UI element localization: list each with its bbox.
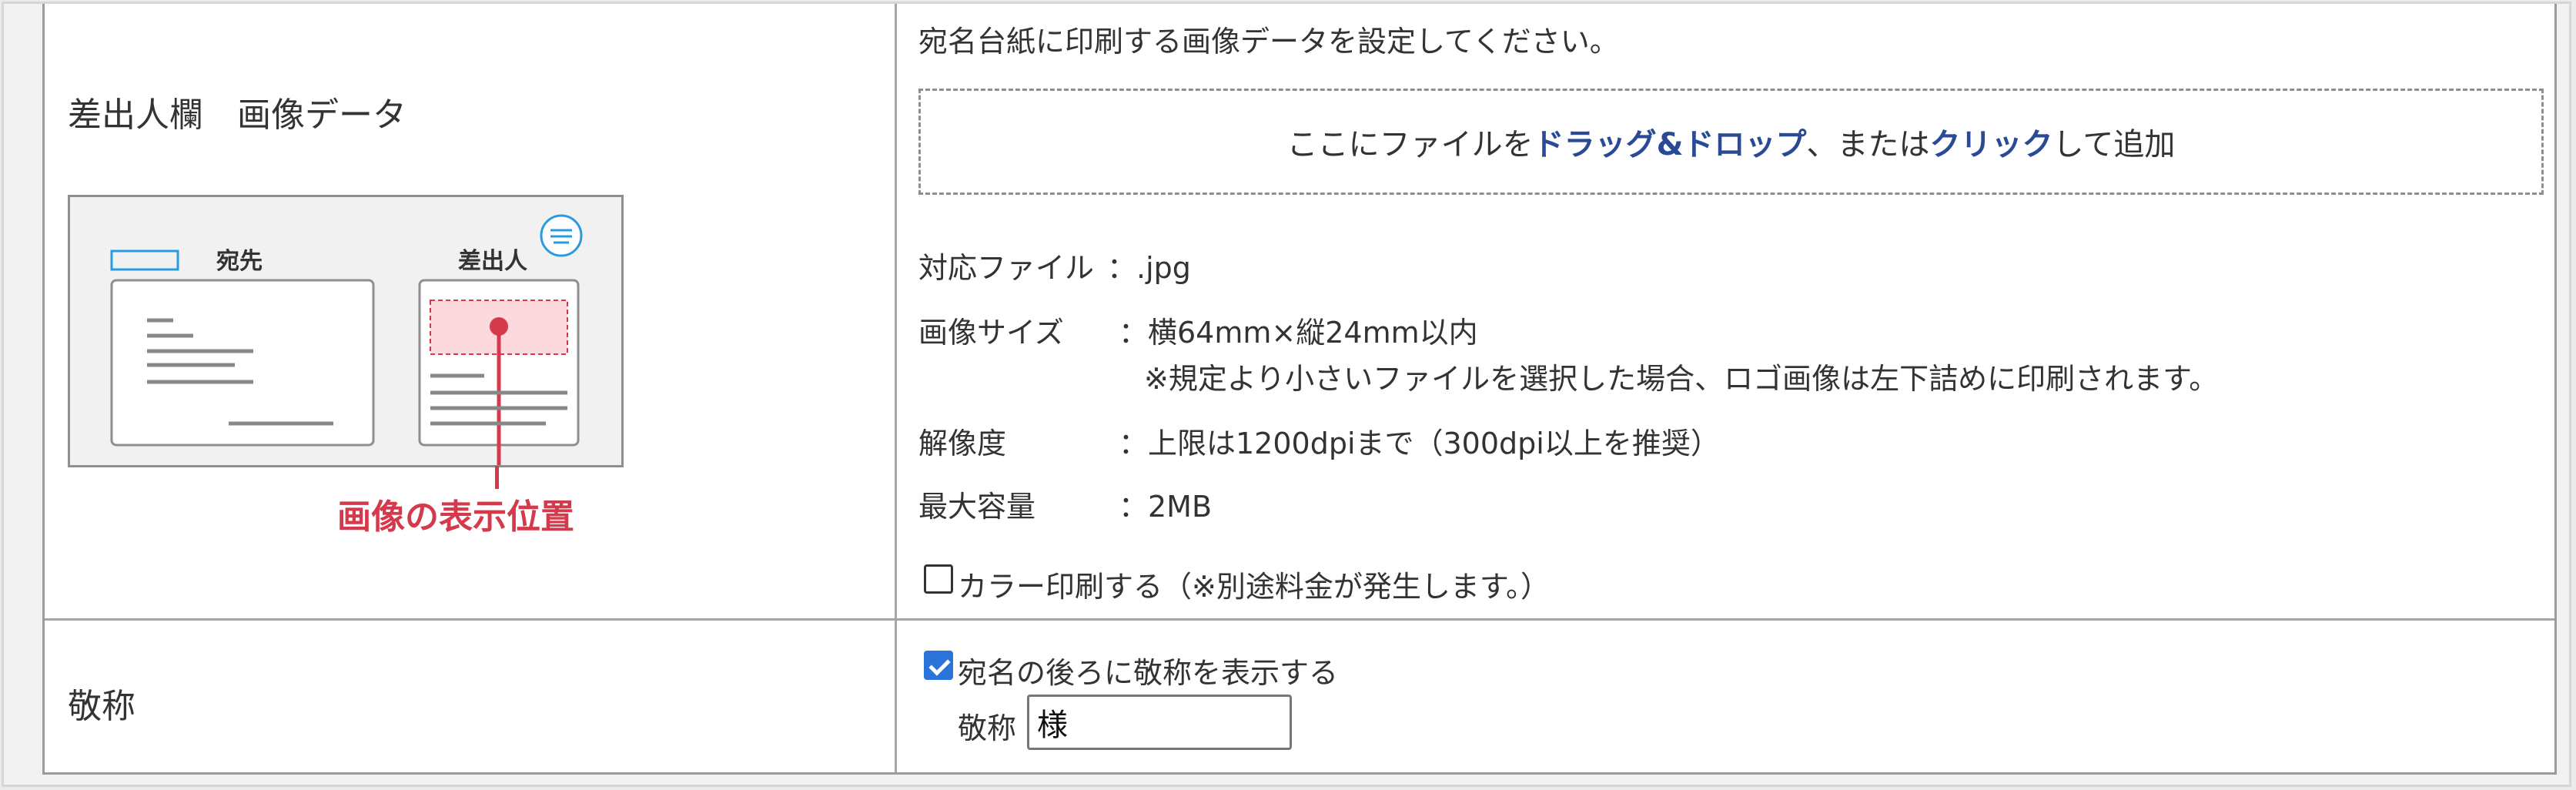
honorific-checkbox[interactable]	[924, 651, 953, 680]
column-divider	[895, 4, 897, 772]
honorific-checkbox-label[interactable]: 宛名の後ろに敬称を表示する	[958, 649, 1338, 691]
spec-key-resolution: 解像度	[918, 427, 1007, 460]
dropzone-drag-text: ドラッグ&ドロップ	[1533, 127, 1807, 162]
spec-key-format: 対応ファイル	[918, 251, 1095, 285]
honorific-label: 敬称	[68, 687, 135, 726]
settings-table: 差出人欄 画像データ 宛先 差出人 画像の表示位置 宛名台紙に印刷する画像データ…	[42, 4, 2557, 775]
instruction-text: 宛名台紙に印刷する画像データを設定してください。	[918, 25, 1619, 59]
spec-note-size: ※規定より小さいファイルを選択した場合、ロゴ画像は左下詰めに印刷されます。	[1144, 362, 2219, 396]
color-print-checkbox[interactable]	[924, 564, 953, 594]
spec-value-capacity: ：2MB	[1119, 490, 1213, 524]
recipient-card	[110, 279, 375, 447]
dropzone-text-3: して追加	[2052, 127, 2176, 162]
honorific-field-label: 敬称	[958, 711, 1017, 745]
recipient-marker	[110, 249, 179, 271]
menu-circle-icon	[540, 214, 583, 257]
dropzone-click-text: クリック	[1929, 127, 2053, 162]
file-dropzone[interactable]: ここにファイルを ドラッグ&ドロップ 、または クリック して追加	[918, 89, 2544, 195]
sender-image-label: 差出人欄 画像データ	[68, 95, 406, 135]
image-position-caption: 画像の表示位置	[337, 497, 574, 537]
sender-card-label: 差出人	[458, 248, 527, 275]
row-divider	[45, 618, 2554, 621]
spec-key-capacity: 最大容量	[918, 490, 1036, 524]
recipient-label: 宛先	[216, 248, 263, 275]
spec-value-format: ：.jpg	[1107, 251, 1191, 285]
position-illustration: 宛先 差出人	[68, 195, 624, 490]
honorific-input[interactable]	[1027, 695, 1292, 750]
dropzone-text-1: ここにファイルを	[1286, 127, 1534, 162]
color-print-label[interactable]: カラー印刷する（※別途料金が発生します。）	[958, 563, 1550, 605]
dropzone-text-2: 、または	[1806, 127, 1930, 162]
spec-value-size: ：横64mm×縦24mm以内	[1119, 316, 1478, 350]
pointer-line	[495, 466, 499, 489]
settings-panel: 差出人欄 画像データ 宛先 差出人 画像の表示位置 宛名台紙に印刷する画像データ…	[2, 2, 2571, 787]
spec-value-resolution: ：上限は1200dpiまで（300dpi以上を推奨）	[1119, 427, 1720, 460]
spec-key-size: 画像サイズ	[918, 316, 1064, 350]
postcard-diagram: 宛先 差出人	[110, 214, 583, 490]
